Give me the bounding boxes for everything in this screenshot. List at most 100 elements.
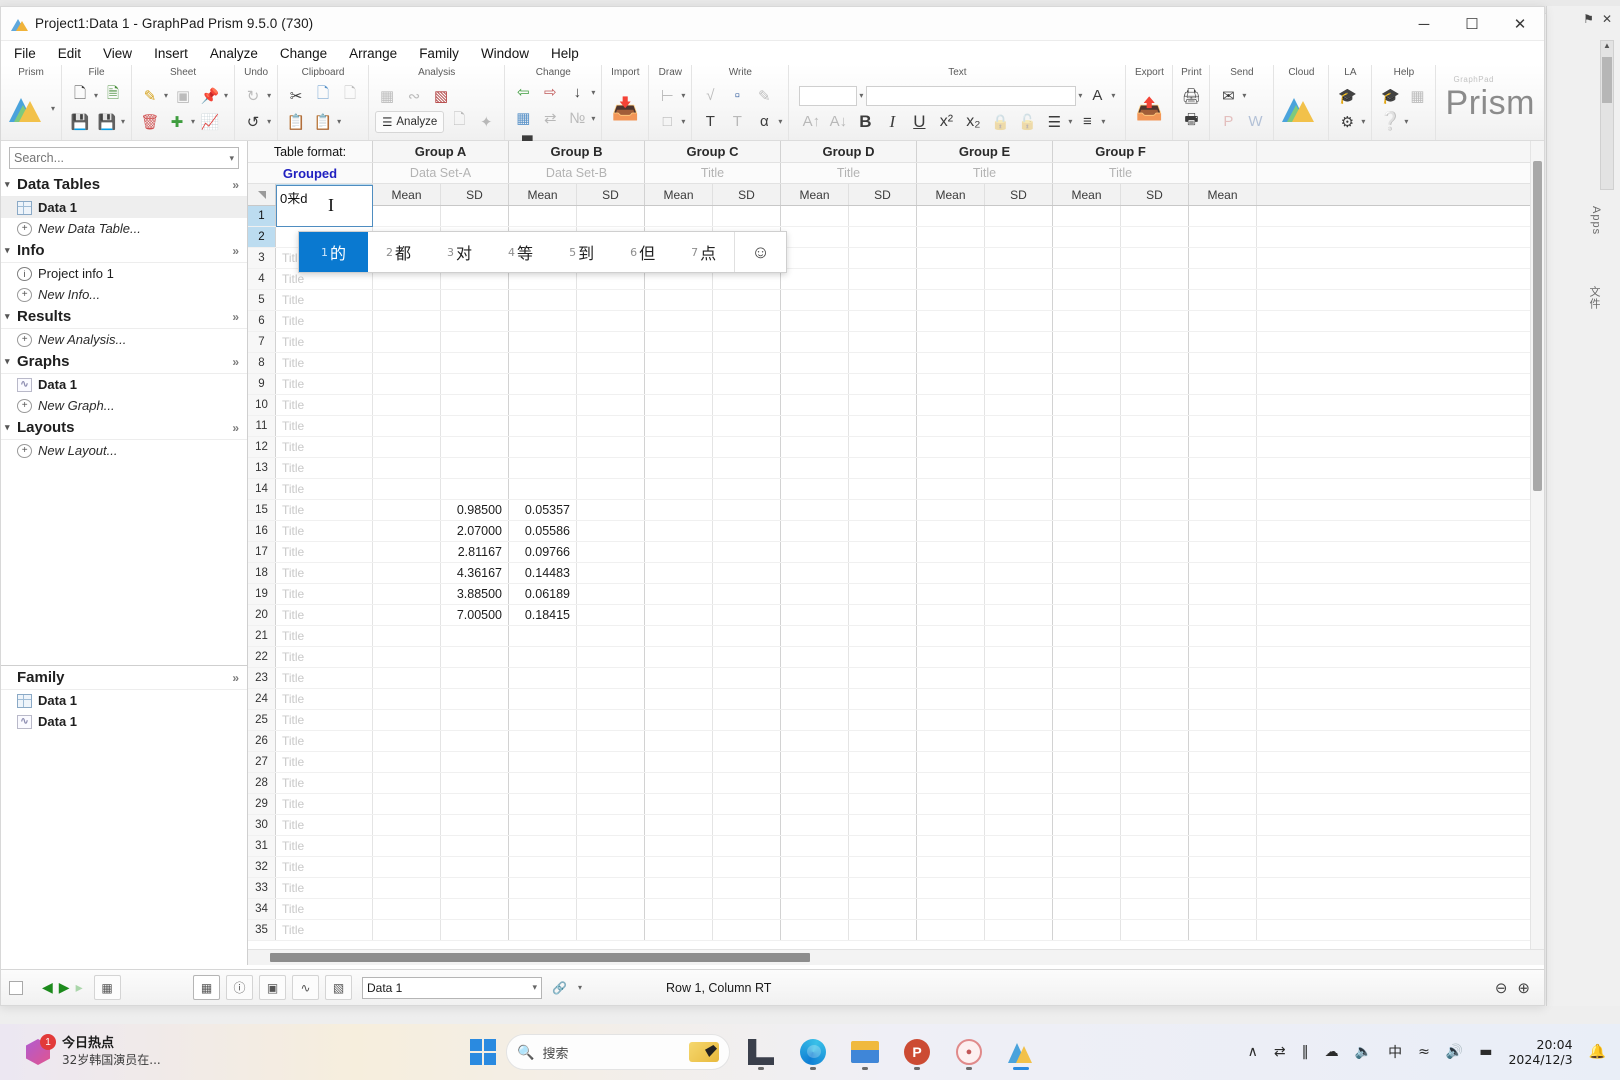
data-cell[interactable]	[985, 416, 1053, 436]
row-number[interactable]: 15	[248, 500, 276, 520]
prism-logo-icon[interactable]	[7, 94, 47, 124]
row-number[interactable]: 9	[248, 374, 276, 394]
data-cell[interactable]	[509, 668, 577, 688]
expand-icon[interactable]: »	[232, 421, 239, 435]
subcol-f-mean[interactable]: Mean	[1053, 184, 1121, 205]
chevron-down-icon[interactable]: ▾	[51, 104, 55, 113]
row-number[interactable]: 28	[248, 773, 276, 793]
data-cell[interactable]: 7.00500	[441, 605, 509, 625]
nav-section-layouts[interactable]: ▾ Layouts »	[1, 416, 247, 440]
data-cell[interactable]	[1189, 374, 1257, 394]
table-row[interactable]: 19 Title 3.88500 0.06189	[248, 584, 1544, 605]
data-cell[interactable]	[985, 710, 1053, 730]
align-icon[interactable]: ☰	[1042, 110, 1066, 134]
ime-candidate-6[interactable]: 6 但	[612, 232, 673, 272]
data-cell[interactable]	[441, 857, 509, 877]
data-cell[interactable]	[917, 605, 985, 625]
corner-select-all[interactable]	[248, 184, 276, 205]
data-cell[interactable]	[849, 437, 917, 457]
draw-rect-icon[interactable]: □	[655, 110, 679, 134]
chevron-down-icon[interactable]: ▾	[681, 117, 685, 126]
data-cell[interactable]	[917, 815, 985, 835]
data-cell[interactable]	[713, 290, 781, 310]
sidebar-item-new-analysis[interactable]: + New Analysis...	[1, 329, 247, 350]
data-cell[interactable]	[849, 395, 917, 415]
data-cell[interactable]	[441, 290, 509, 310]
data-cell[interactable]	[985, 899, 1053, 919]
data-cell[interactable]	[849, 899, 917, 919]
row-number[interactable]: 12	[248, 437, 276, 457]
data-cell[interactable]	[985, 857, 1053, 877]
data-cell[interactable]	[917, 269, 985, 289]
data-cell[interactable]	[373, 899, 441, 919]
sidebar-item-data-1-graph[interactable]: ∿ Data 1	[1, 374, 247, 395]
row-number[interactable]: 26	[248, 731, 276, 751]
data-cell[interactable]	[645, 647, 713, 667]
data-cell[interactable]	[781, 542, 849, 562]
sheet-select[interactable]: Data 1 ▾	[362, 976, 542, 999]
search-box[interactable]: ▾	[9, 147, 239, 169]
data-cell[interactable]	[849, 710, 917, 730]
data-cell[interactable]	[781, 731, 849, 751]
font-family-select[interactable]	[866, 85, 1077, 106]
row-title-cell[interactable]: Title	[276, 479, 373, 499]
data-cell[interactable]	[577, 374, 645, 394]
data-cell[interactable]	[645, 395, 713, 415]
data-cell[interactable]	[849, 878, 917, 898]
chevron-down-icon[interactable]: ▾	[1361, 117, 1365, 126]
data-cell[interactable]	[849, 521, 917, 541]
chevron-down-icon[interactable]: ▾	[591, 114, 595, 123]
data-cell[interactable]	[713, 878, 781, 898]
graph-tab-button[interactable]: ∿	[292, 975, 319, 1000]
data-cell[interactable]	[645, 626, 713, 646]
subcol-e-mean[interactable]: Mean	[917, 184, 985, 205]
data-cell[interactable]	[713, 731, 781, 751]
group-subtitle-c[interactable]: Title	[645, 163, 781, 183]
data-cell[interactable]	[713, 689, 781, 709]
grid-view-button[interactable]: ▦	[93, 975, 121, 1000]
data-cell[interactable]	[577, 563, 645, 583]
data-cell[interactable]	[441, 353, 509, 373]
data-cell[interactable]	[781, 437, 849, 457]
data-cell[interactable]	[577, 857, 645, 877]
data-cell[interactable]	[917, 311, 985, 331]
cut-icon[interactable]: ✂	[284, 84, 308, 108]
twisty-icon[interactable]: ▾	[5, 356, 17, 367]
data-cell[interactable]	[441, 437, 509, 457]
data-cell[interactable]	[577, 752, 645, 772]
data-cell[interactable]	[577, 626, 645, 646]
row-number[interactable]: 4	[248, 269, 276, 289]
data-cell[interactable]	[849, 752, 917, 772]
data-cell[interactable]	[917, 416, 985, 436]
data-cell[interactable]	[441, 899, 509, 919]
data-cell[interactable]	[373, 542, 441, 562]
data-cell[interactable]	[373, 773, 441, 793]
data-cell[interactable]	[1189, 563, 1257, 583]
chevron-down-icon[interactable]: ▾	[1101, 117, 1105, 126]
data-cell[interactable]	[645, 710, 713, 730]
chevron-down-icon[interactable]: ▾	[591, 88, 595, 97]
data-cell[interactable]	[849, 584, 917, 604]
pin-icon[interactable]: ⚑	[1583, 12, 1594, 26]
data-cell[interactable]	[713, 479, 781, 499]
data-cell[interactable]	[645, 332, 713, 352]
data-cell[interactable]	[1053, 290, 1121, 310]
equalizer-icon[interactable]: ‖	[1302, 1044, 1309, 1060]
group-subtitle-b[interactable]: Data Set-B	[509, 163, 645, 183]
row-title-cell[interactable]: Title	[276, 752, 373, 772]
data-cell[interactable]	[917, 374, 985, 394]
row-title-cell[interactable]: Title	[276, 416, 373, 436]
video-icon[interactable]: ▦	[1405, 84, 1429, 108]
data-cell[interactable]	[509, 479, 577, 499]
learn-icon[interactable]: 🎓	[1335, 84, 1359, 108]
data-cell[interactable]	[985, 521, 1053, 541]
data-cell[interactable]: 2.81167	[441, 542, 509, 562]
info-tab-button[interactable]: ⓘ	[226, 975, 253, 1000]
data-cell[interactable]	[509, 899, 577, 919]
data-cell[interactable]	[509, 710, 577, 730]
data-cell[interactable]	[577, 815, 645, 835]
data-cell[interactable]	[1121, 920, 1189, 940]
table-row[interactable]: 8 Title	[248, 353, 1544, 374]
data-cell[interactable]	[917, 332, 985, 352]
data-cell[interactable]	[781, 920, 849, 940]
